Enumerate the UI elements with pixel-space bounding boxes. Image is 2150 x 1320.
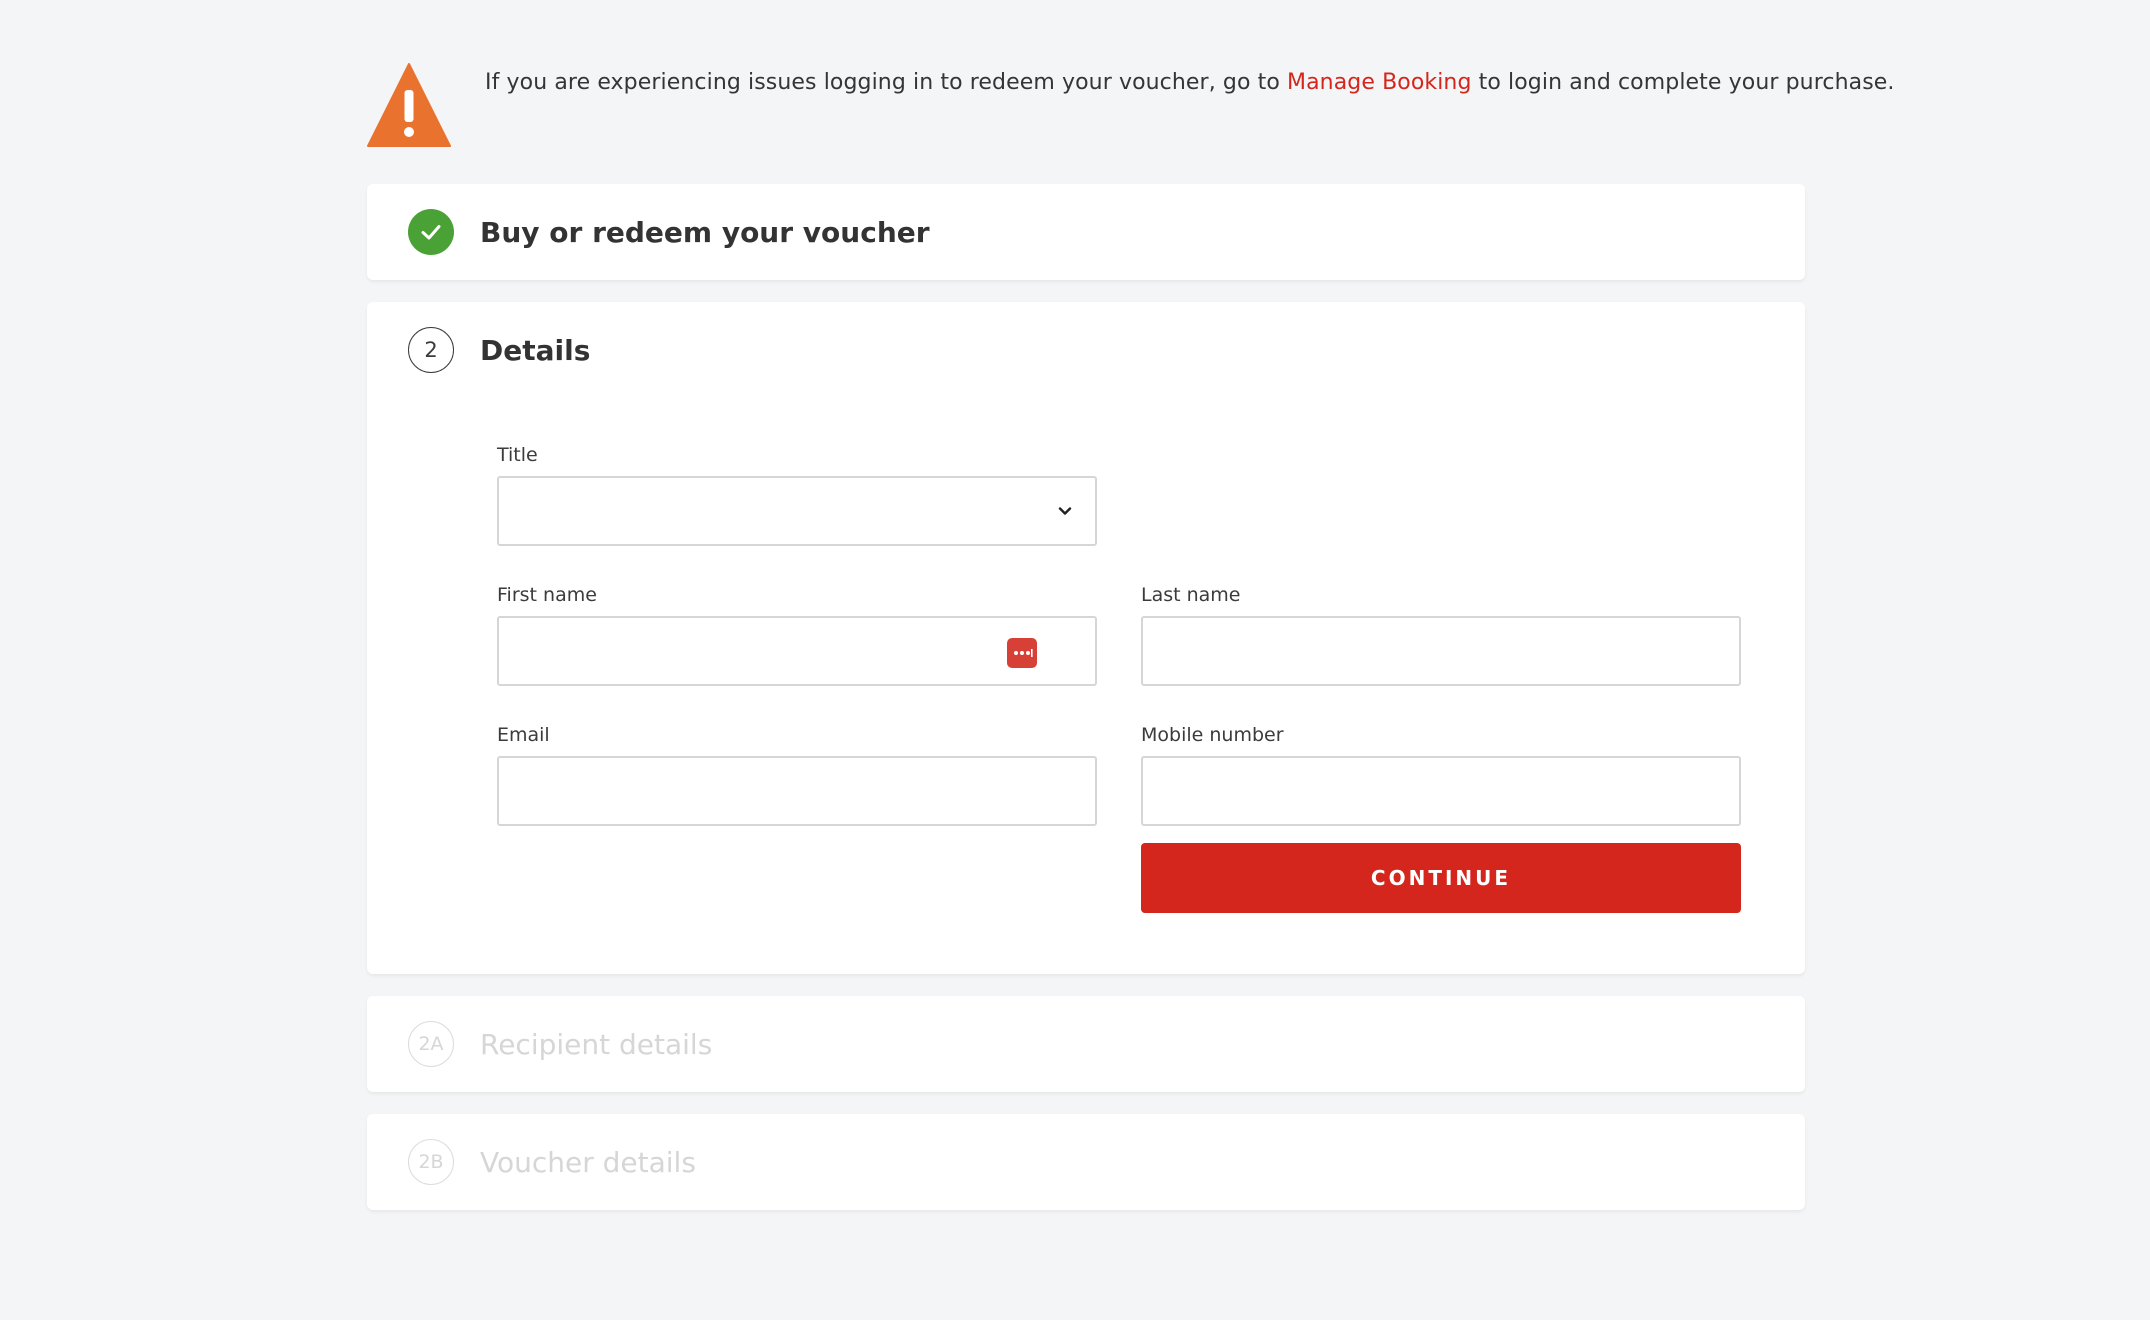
checkmark-icon xyxy=(421,225,441,240)
email-input[interactable] xyxy=(499,758,1095,824)
step-buy-or-redeem[interactable]: Buy or redeem your voucher xyxy=(367,184,1805,280)
login-issue-alert: If you are experiencing issues logging i… xyxy=(366,62,1894,152)
title-select[interactable] xyxy=(497,476,1097,546)
first-name-label: First name xyxy=(497,584,597,606)
continue-button[interactable]: CONTINUE xyxy=(1141,843,1741,913)
dots-icon xyxy=(1014,649,1033,657)
warning-triangle-icon xyxy=(367,63,451,147)
step-voucher-details: 2B Voucher details xyxy=(367,1114,1805,1210)
step-header: Buy or redeem your voucher xyxy=(408,208,930,256)
mobile-number-input[interactable] xyxy=(1143,758,1739,824)
step-title: Recipient details xyxy=(480,1027,713,1061)
page: If you are experiencing issues logging i… xyxy=(0,0,2150,1320)
step-number-badge: 2B xyxy=(408,1139,454,1185)
step-recipient-details: 2A Recipient details xyxy=(367,996,1805,1092)
mobile-number-field xyxy=(1141,756,1741,826)
step-title: Details xyxy=(480,333,591,367)
email-label: Email xyxy=(497,724,550,746)
step-details: 2 Details Title First name Last name Ema… xyxy=(367,302,1805,974)
alert-text-before: If you are experiencing issues logging i… xyxy=(485,70,1287,95)
step-complete-badge xyxy=(408,209,454,255)
last-name-input[interactable] xyxy=(1143,618,1739,684)
step-number-badge: 2 xyxy=(408,327,454,373)
last-name-label: Last name xyxy=(1141,584,1241,606)
manage-booking-link[interactable]: Manage Booking xyxy=(1287,70,1472,95)
alert-text-after: to login and complete your purchase. xyxy=(1471,70,1895,95)
email-field xyxy=(497,756,1097,826)
step-header: 2A Recipient details xyxy=(408,1020,712,1068)
alert-message: If you are experiencing issues logging i… xyxy=(485,70,1894,95)
step-header: 2 Details xyxy=(408,326,590,374)
password-autofill-icon[interactable] xyxy=(1007,638,1037,668)
title-label: Title xyxy=(497,444,538,466)
chevron-down-icon xyxy=(1058,507,1072,515)
last-name-field xyxy=(1141,616,1741,686)
step-header: 2B Voucher details xyxy=(408,1138,696,1186)
step-number-badge: 2A xyxy=(408,1021,454,1067)
first-name-input[interactable] xyxy=(499,618,1095,684)
step-title: Voucher details xyxy=(480,1145,696,1179)
step-title: Buy or redeem your voucher xyxy=(480,215,930,249)
first-name-field xyxy=(497,616,1097,686)
mobile-number-label: Mobile number xyxy=(1141,724,1284,746)
